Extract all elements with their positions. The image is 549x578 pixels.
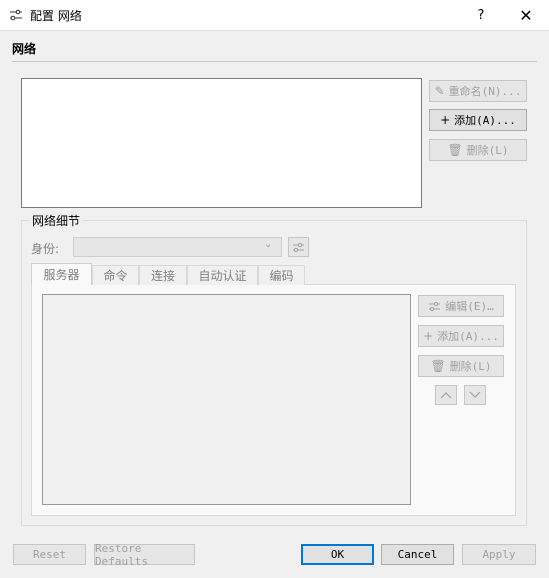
restore-defaults-button[interactable]: Restore Defaults xyxy=(94,541,195,568)
trash-icon: 🗑 xyxy=(430,359,446,373)
delete-server-label: 删除(L) xyxy=(449,360,492,373)
plus-icon: + xyxy=(423,329,434,343)
tab-commands[interactable]: 命令 xyxy=(92,265,139,285)
ok-button[interactable]: OK xyxy=(301,544,374,565)
window-title: 配置 网络 xyxy=(30,9,82,23)
cancel-label: Cancel xyxy=(397,548,438,561)
delete-server-button[interactable]: 🗑 删除(L) xyxy=(418,355,504,377)
chevron-up-icon xyxy=(440,392,452,399)
reset-button[interactable]: Reset xyxy=(13,544,86,565)
section-title: 网络 xyxy=(12,42,37,56)
help-button[interactable]: ? xyxy=(466,0,496,31)
server-list[interactable] xyxy=(42,294,411,505)
restore-label: Restore Defaults xyxy=(95,541,148,568)
move-down-button[interactable] xyxy=(464,385,486,405)
add-server-button[interactable]: + 添加(A)... xyxy=(418,325,504,347)
tab-connection[interactable]: 连接 xyxy=(139,265,187,285)
identity-select[interactable] xyxy=(73,237,282,257)
sliders-icon xyxy=(429,301,441,311)
identity-label: 身份: xyxy=(31,242,60,256)
network-list[interactable] xyxy=(21,78,422,208)
delete-label: 删除(L) xyxy=(466,144,509,157)
edit-label: 编辑(E)… xyxy=(445,300,494,313)
sliders-icon xyxy=(10,9,22,21)
network-details-title: 网络细节 xyxy=(29,212,84,229)
apply-button[interactable]: Apply xyxy=(462,544,536,565)
title-bar: 配置 网络 ? ✕ xyxy=(0,0,549,31)
plus-icon: + xyxy=(440,113,451,127)
chevron-down-icon: ⌄ xyxy=(264,239,273,250)
delete-network-button[interactable]: 🗑 删除(L) xyxy=(429,139,527,161)
add-label: 添加(A)... xyxy=(454,114,516,127)
rename-button[interactable]: ✎ 重命名(N)... xyxy=(429,80,527,102)
add-network-button[interactable]: + 添加(A)... xyxy=(429,109,527,131)
tab-servers[interactable]: 服务器 xyxy=(31,263,92,285)
edit-server-button[interactable]: 编辑(E)… xyxy=(418,295,504,317)
trash-icon: 🗑 xyxy=(447,143,463,157)
chevron-down-icon xyxy=(469,391,481,398)
section-divider xyxy=(12,61,537,62)
cancel-button[interactable]: Cancel xyxy=(381,544,454,565)
reset-label: Reset xyxy=(32,548,67,561)
tab-auto-auth[interactable]: 自动认证 xyxy=(187,265,258,285)
move-up-button[interactable] xyxy=(435,385,457,405)
pencil-icon: ✎ xyxy=(434,84,445,98)
rename-label: 重命名(N)... xyxy=(448,85,522,98)
close-button[interactable]: ✕ xyxy=(509,0,543,31)
apply-label: Apply xyxy=(482,548,516,561)
ok-label: OK xyxy=(330,548,345,561)
sliders-icon xyxy=(293,242,304,252)
identity-settings-button[interactable] xyxy=(288,237,309,257)
tab-encoding[interactable]: 编码 xyxy=(258,265,305,285)
add-server-label: 添加(A)... xyxy=(437,330,499,343)
